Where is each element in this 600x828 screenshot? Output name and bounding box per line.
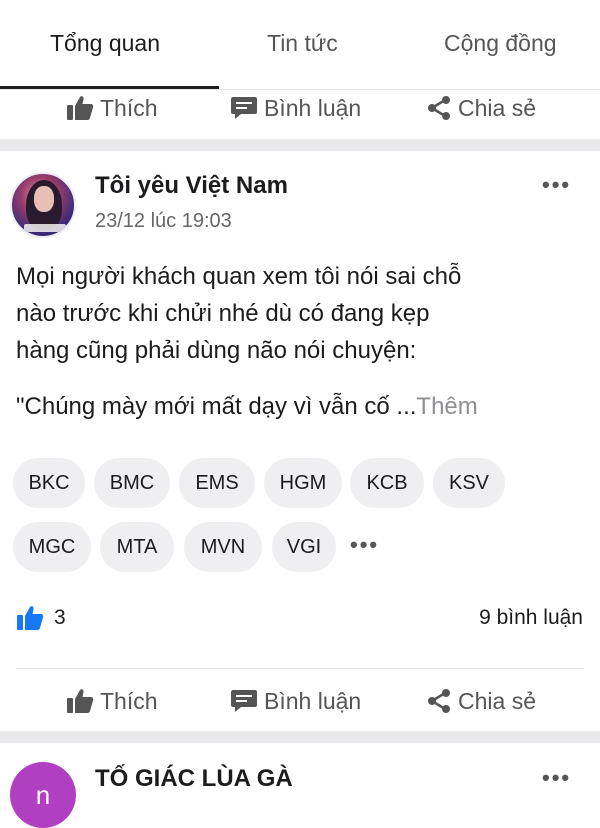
stock-tag-chip[interactable]: VGI (272, 522, 336, 572)
more-tags-icon[interactable]: ••• (350, 532, 379, 558)
post-separator (0, 139, 600, 151)
share-icon (428, 96, 450, 120)
like-count-value: 3 (54, 606, 66, 629)
share-label: Chia sẻ (458, 687, 536, 714)
action-bar-previous: Thích Bình luận Chia sẻ (0, 84, 600, 132)
like-label: Thích (100, 687, 158, 714)
stock-tag-chip[interactable]: MVN (184, 522, 262, 572)
next-post-author[interactable]: TỐ GIÁC LÙA GÀ (95, 765, 293, 793)
stock-tag-chip[interactable]: EMS (179, 458, 255, 508)
post-actions-divider (16, 668, 584, 669)
speech-bubble-icon (231, 690, 257, 712)
stock-tag-chip[interactable]: MTA (100, 522, 174, 572)
like-count[interactable]: 3 (16, 605, 66, 631)
tab-bar: Tổng quan Tin tức Cộng đồng (0, 0, 600, 90)
stock-tag-chip[interactable]: MGC (13, 522, 91, 572)
share-icon (428, 689, 450, 713)
comment-label: Bình luận (264, 94, 362, 121)
share-button[interactable]: Chia sẻ (426, 84, 536, 132)
post-body: Mọi người khách quan xem tôi nói sai chỗ… (16, 263, 462, 364)
speech-bubble-icon (231, 97, 257, 119)
see-more-link[interactable]: Thêm (416, 393, 477, 420)
thumbs-up-icon (67, 689, 94, 713)
next-post-avatar[interactable]: n (10, 762, 76, 828)
stock-tag-chip[interactable]: HGM (264, 458, 342, 508)
like-label: Thích (100, 94, 158, 121)
post-truncated-text: "Chúng mày mới mất dạy vì vẫn cố ... (16, 393, 417, 420)
stock-tag-chip[interactable]: KCB (350, 458, 424, 508)
tab-community[interactable]: Cộng đồng (444, 30, 557, 57)
post-timestamp[interactable]: 23/12 lúc 19:03 (95, 210, 232, 233)
post-more-options-icon[interactable]: ••• (542, 172, 571, 198)
post-body-truncated: "Chúng mày mới mất dạy vì vẫn cố ...Thêm (16, 393, 478, 421)
like-button[interactable]: Thích (66, 677, 158, 725)
comment-button[interactable]: Bình luận (230, 677, 361, 725)
share-label: Chia sẻ (458, 94, 536, 121)
thumbs-up-icon (17, 606, 44, 630)
comment-button[interactable]: Bình luận (230, 84, 361, 132)
post-author[interactable]: Tôi yêu Việt Nam (95, 172, 288, 200)
comment-count[interactable]: 9 bình luận (479, 606, 583, 630)
like-button[interactable]: Thích (66, 84, 158, 132)
action-bar: Thích Bình luận Chia sẻ (0, 677, 600, 725)
post-separator (0, 731, 600, 743)
next-post-more-options-icon[interactable]: ••• (542, 765, 571, 791)
tab-overview[interactable]: Tổng quan (50, 30, 160, 57)
thumbs-up-icon (67, 96, 94, 120)
stock-tag-chip[interactable]: KSV (433, 458, 505, 508)
share-button[interactable]: Chia sẻ (426, 677, 536, 725)
stock-tag-chip[interactable]: BKC (13, 458, 85, 508)
author-avatar[interactable] (10, 172, 76, 238)
stock-tag-chip[interactable]: BMC (94, 458, 170, 508)
tab-news[interactable]: Tin tức (267, 30, 338, 57)
comment-label: Bình luận (264, 687, 362, 714)
